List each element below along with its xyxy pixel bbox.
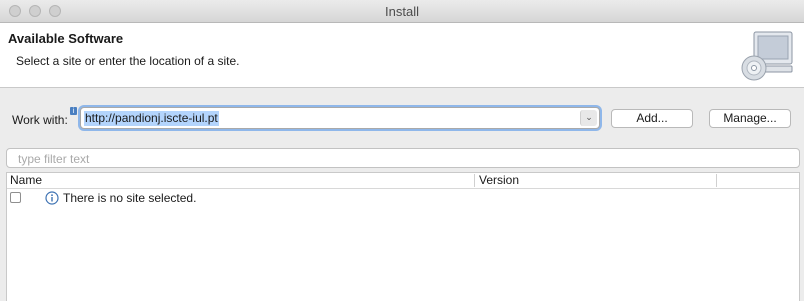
column-header-name[interactable]: Name — [10, 174, 42, 187]
add-site-button[interactable]: Add... — [611, 109, 693, 128]
row-checkbox[interactable] — [10, 192, 21, 203]
filter-input[interactable]: type filter text — [6, 148, 800, 168]
table-header: Name Version — [7, 173, 799, 189]
column-divider[interactable] — [716, 174, 717, 187]
work-with-value[interactable]: http://pandionj.iscte-iul.pt — [84, 111, 219, 126]
software-table: Name Version There is no site selected. — [6, 172, 800, 301]
wizard-header: Available Software Select a site or ente… — [0, 23, 804, 88]
info-decoration-icon: i — [70, 107, 77, 115]
title-bar: Install — [0, 0, 804, 23]
table-row[interactable]: There is no site selected. — [7, 190, 799, 206]
work-with-label: Work with: — [12, 113, 68, 127]
column-divider[interactable] — [474, 174, 475, 187]
manage-sites-button[interactable]: Manage... — [709, 109, 791, 128]
window-title: Install — [385, 4, 419, 19]
page-title: Available Software — [8, 31, 124, 46]
filter-placeholder: type filter text — [18, 152, 90, 166]
row-message: There is no site selected. — [63, 191, 197, 205]
column-header-version[interactable]: Version — [479, 174, 519, 187]
work-with-combo[interactable]: http://pandionj.iscte-iul.pt ⌄ — [80, 107, 600, 129]
install-banner-icon — [741, 31, 793, 81]
chevron-down-icon[interactable]: ⌄ — [580, 110, 597, 126]
info-icon — [45, 191, 59, 205]
page-description: Select a site or enter the location of a… — [16, 54, 240, 68]
